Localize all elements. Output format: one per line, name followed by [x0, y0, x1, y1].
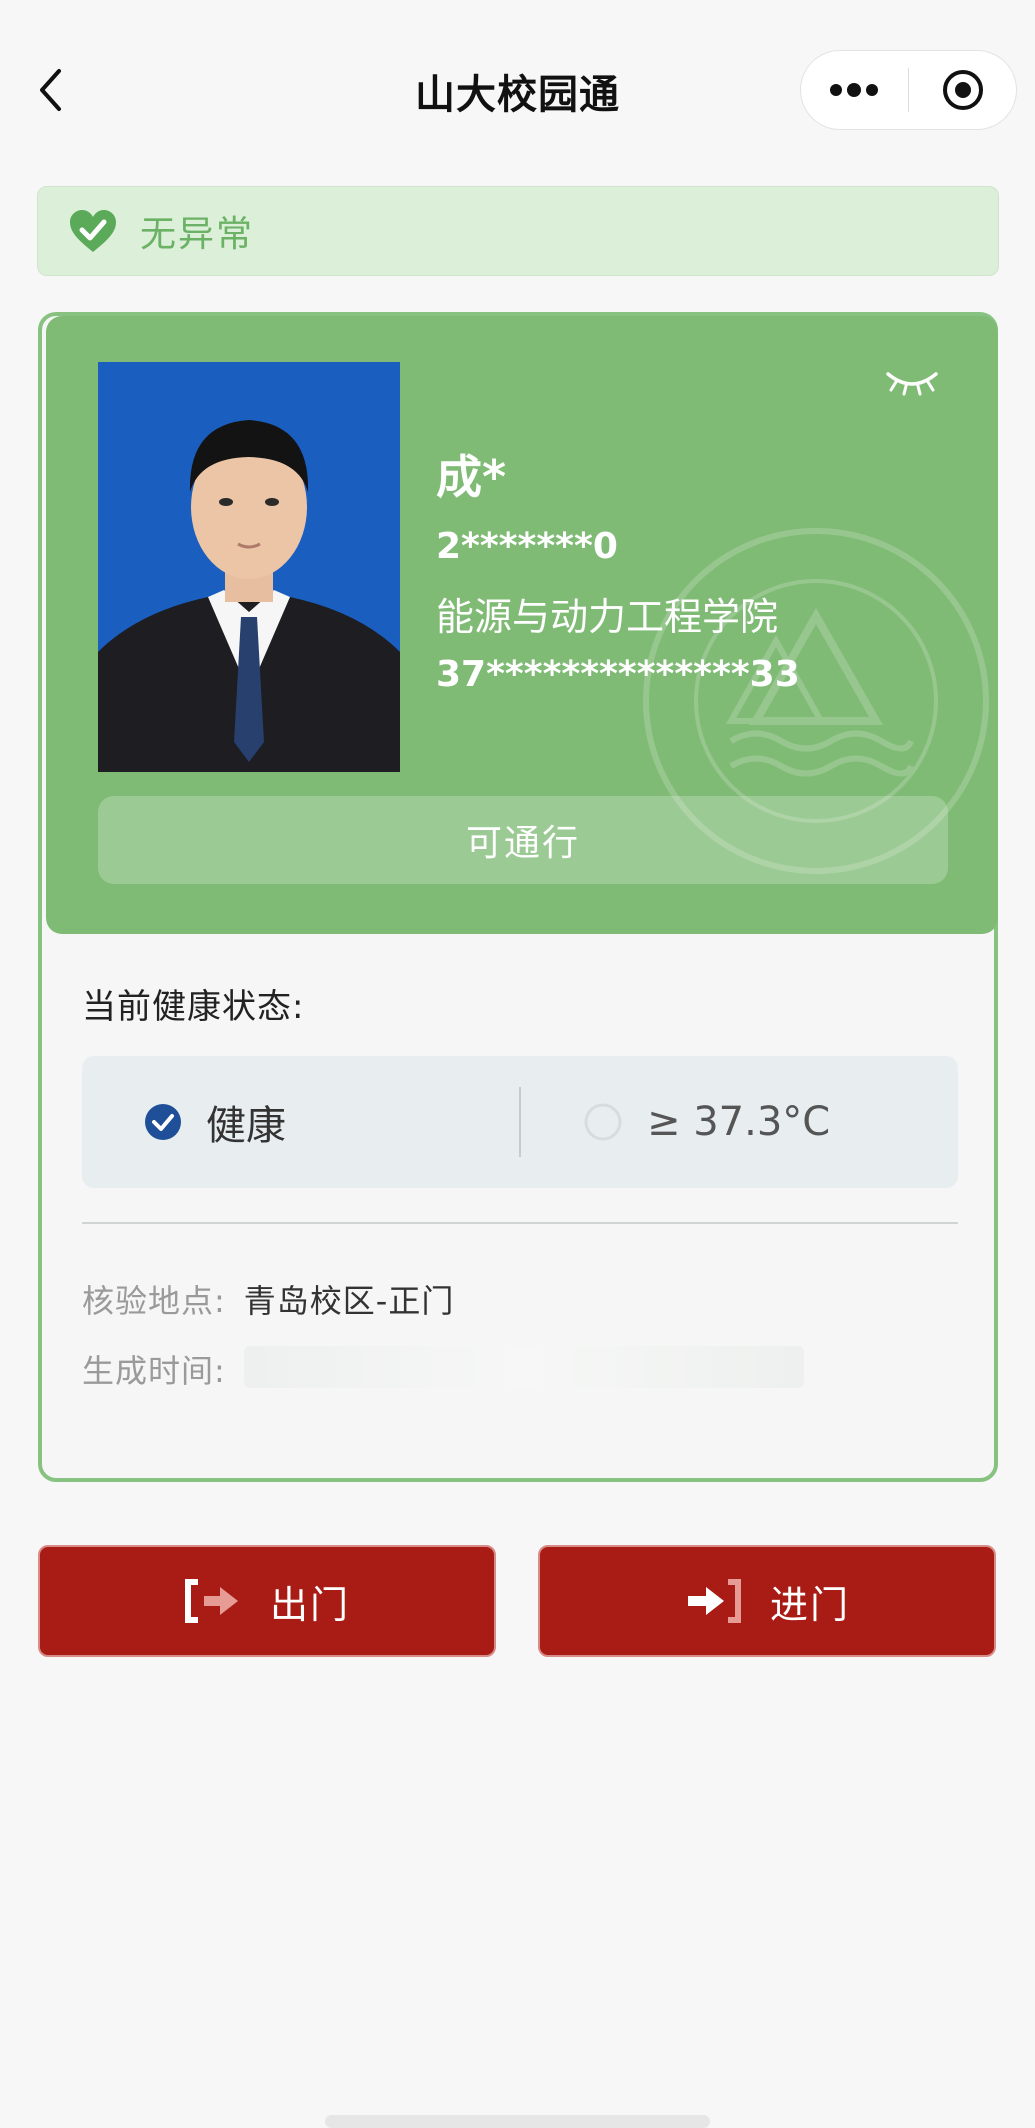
enter-label: 进门: [769, 1582, 850, 1627]
department: 能源与动力工程学院: [436, 595, 779, 639]
health-status-title: 当前健康状态:: [82, 987, 305, 1027]
close-miniprogram-button[interactable]: [909, 51, 1016, 129]
empty-circle-icon: [584, 1103, 622, 1141]
navigation-bar: 山大校园通: [0, 0, 1035, 150]
profile-photo: [98, 362, 400, 772]
health-status-options: 健康 ≥ 37.3°C: [82, 1056, 958, 1188]
target-circle-icon: [942, 70, 983, 110]
location-row: 核验地点: 青岛校区-正门: [82, 1276, 454, 1322]
home-indicator: [325, 2115, 710, 2128]
location-value: 青岛校区-正门: [243, 1282, 455, 1320]
hide-info-toggle[interactable]: [882, 360, 942, 400]
status-text: 无异常: [140, 214, 255, 255]
health-option-fever-label: ≥ 37.3°C: [647, 1099, 831, 1145]
id-card-number: 37**************33: [436, 654, 800, 695]
section-divider: [82, 1222, 958, 1224]
more-button[interactable]: [801, 51, 908, 129]
pass-card: 成* 2*******0 能源与动力工程学院 37**************3…: [38, 312, 998, 1482]
more-icon: [830, 83, 879, 97]
student-name: 成*: [436, 450, 507, 504]
portrait-illustration: [98, 362, 400, 772]
exit-label: 出门: [269, 1582, 350, 1627]
heart-check-icon: [70, 210, 116, 252]
time-row: 生成时间:: [82, 1346, 804, 1392]
student-id: 2*******0: [436, 526, 618, 567]
app-root: 山大校园通 无异常 成* 2*******0 能源与动力工程学院 37*****…: [0, 0, 1035, 2128]
enter-icon: [684, 1579, 742, 1623]
health-option-healthy[interactable]: 健康: [82, 1056, 519, 1188]
status-banner: 无异常: [37, 186, 999, 276]
health-option-fever[interactable]: ≥ 37.3°C: [521, 1056, 958, 1188]
enter-button[interactable]: 进门: [538, 1545, 996, 1657]
exit-icon: [184, 1579, 242, 1623]
health-option-healthy-label: 健康: [206, 1103, 286, 1149]
identity-panel: 成* 2*******0 能源与动力工程学院 37**************3…: [46, 316, 998, 934]
check-circle-icon: [145, 1104, 181, 1140]
time-label: 生成时间:: [82, 1352, 226, 1390]
location-label: 核验地点:: [82, 1282, 226, 1320]
exit-button[interactable]: 出门: [38, 1545, 496, 1657]
pass-status-badge: 可通行: [98, 796, 948, 884]
miniprogram-capsule: [800, 50, 1017, 130]
time-value-blurred: [243, 1346, 804, 1388]
eye-closed-icon: [886, 372, 938, 396]
